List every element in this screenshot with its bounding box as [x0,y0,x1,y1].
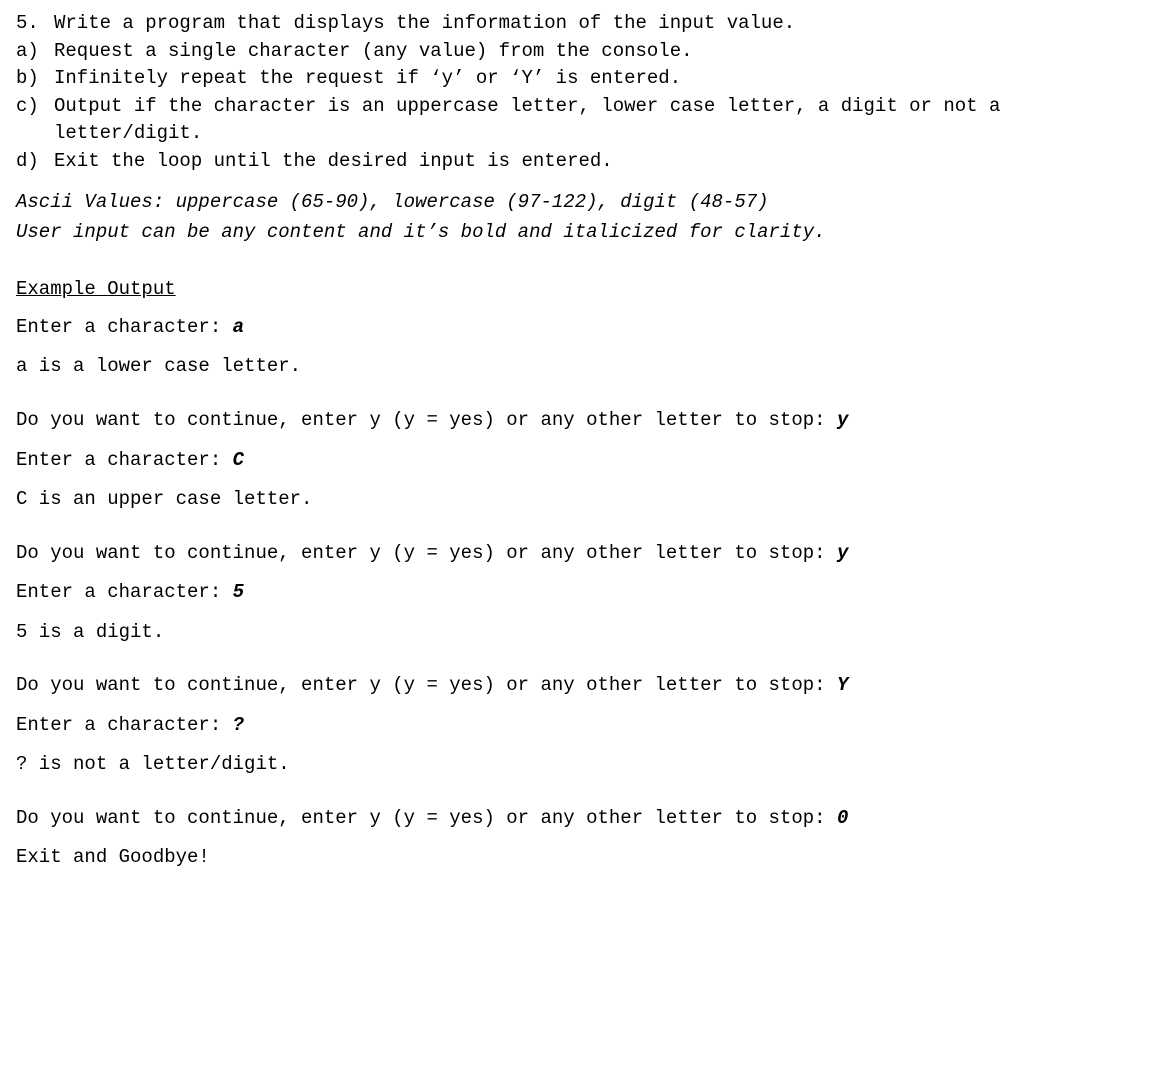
continue-prompt: Do you want to continue, enter y (y = ye… [16,674,837,696]
continue-value: 0 [837,807,848,829]
result-line: 5 is a digit. [16,619,1134,647]
continue-line: Do you want to continue, enter y (y = ye… [16,805,1134,833]
problem-title-line: 5. Write a program that displays the inf… [16,10,1134,38]
continue-prompt: Do you want to continue, enter y (y = ye… [16,409,837,431]
hint-input-style: User input can be any content and it’s b… [16,219,1134,247]
enter-value: 5 [233,581,244,603]
enter-prompt: Enter a character: [16,316,233,338]
subitem-text: Exit the loop until the desired input is… [54,148,1134,176]
problem-title: Write a program that displays the inform… [54,10,1134,38]
subitem-text: Request a single character (any value) f… [54,38,1134,66]
result-line: ? is not a letter/digit. [16,751,1134,779]
subitem-marker: c) [16,93,54,148]
enter-line: Enter a character: a [16,314,1134,342]
subitem-c: c) Output if the character is an upperca… [16,93,1134,148]
enter-prompt: Enter a character: [16,449,233,471]
problem-statement: 5. Write a program that displays the inf… [16,10,1134,175]
continue-line: Do you want to continue, enter y (y = ye… [16,407,1134,435]
example-heading: Example Output [16,276,1134,304]
subitem-marker: a) [16,38,54,66]
hint-ascii: Ascii Values: uppercase (65-90), lowerca… [16,189,1134,217]
subitem-a: a) Request a single character (any value… [16,38,1134,66]
enter-line: Enter a character: C [16,447,1134,475]
result-line: C is an upper case letter. [16,486,1134,514]
continue-prompt: Do you want to continue, enter y (y = ye… [16,807,837,829]
subitem-marker: b) [16,65,54,93]
continue-value: y [837,542,848,564]
problem-number: 5. [16,10,54,38]
enter-value: a [233,316,244,338]
result-line: a is a lower case letter. [16,353,1134,381]
subitem-marker: d) [16,148,54,176]
continue-line: Do you want to continue, enter y (y = ye… [16,540,1134,568]
enter-line: Enter a character: ? [16,712,1134,740]
continue-value: Y [837,674,848,696]
enter-line: Enter a character: 5 [16,579,1134,607]
enter-prompt: Enter a character: [16,581,233,603]
enter-value: C [233,449,244,471]
subitem-text: Infinitely repeat the request if ‘y’ or … [54,65,1134,93]
subitem-b: b) Infinitely repeat the request if ‘y’ … [16,65,1134,93]
continue-value: y [837,409,848,431]
enter-prompt: Enter a character: [16,714,233,736]
continue-line: Do you want to continue, enter y (y = ye… [16,672,1134,700]
subitem-text: Output if the character is an uppercase … [54,93,1134,148]
exit-line: Exit and Goodbye! [16,844,1134,872]
enter-value: ? [233,714,244,736]
subitem-d: d) Exit the loop until the desired input… [16,148,1134,176]
continue-prompt: Do you want to continue, enter y (y = ye… [16,542,837,564]
